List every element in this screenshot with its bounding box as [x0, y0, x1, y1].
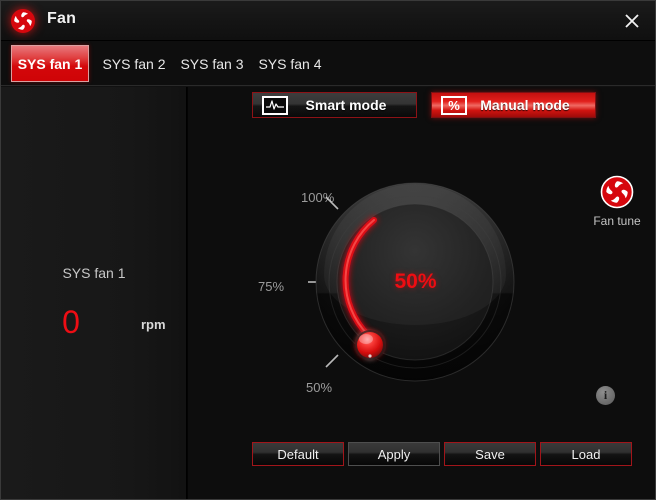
tab-bar: SYS fan 1 SYS fan 2 SYS fan 3 SYS fan 4: [1, 41, 655, 86]
tab-sys-fan-2[interactable]: SYS fan 2: [95, 45, 173, 82]
tab-sys-fan-3[interactable]: SYS fan 3: [173, 45, 251, 82]
window-title: Fan: [47, 10, 77, 27]
manual-mode-label: Manual mode: [480, 97, 570, 113]
fan-tune-label: Fan tune: [593, 214, 641, 228]
apply-button[interactable]: Apply: [348, 442, 440, 466]
percent-glyph: %: [448, 97, 460, 113]
save-button[interactable]: Save: [444, 442, 536, 466]
info-icon[interactable]: i: [596, 386, 615, 405]
close-button[interactable]: [607, 1, 655, 41]
rpm-value: 0: [62, 304, 80, 340]
msi-shutter-logo-icon: [586, 175, 648, 209]
fan-name-label: SYS fan 1: [62, 265, 126, 281]
manual-mode-button[interactable]: % Manual mode: [431, 92, 596, 118]
waveform-icon: [262, 95, 288, 115]
smart-mode-label: Smart mode: [305, 97, 387, 113]
fan-readout-sidebar: SYS fan 1 0 rpm: [1, 87, 187, 499]
tab-sys-fan-1[interactable]: SYS fan 1: [11, 45, 89, 82]
fan-control-window: Fan SYS fan 1 SYS fan 2 SYS fan 3 SYS fa…: [0, 0, 656, 500]
load-button[interactable]: Load: [540, 442, 632, 466]
msi-shutter-logo-icon: [9, 7, 37, 35]
smart-mode-button[interactable]: Smart mode: [252, 92, 417, 118]
rpm-unit-label: rpm: [141, 317, 166, 332]
title-bar: Fan: [1, 1, 655, 41]
fan-tune-button[interactable]: Fan tune: [586, 175, 648, 228]
rpm-readout: 0 rpm: [1, 302, 187, 342]
fan-speed-dial[interactable]: 50%: [308, 175, 523, 390]
default-button[interactable]: Default: [252, 442, 344, 466]
dial-scale-label-75: 75%: [258, 279, 285, 294]
close-icon: [624, 13, 640, 29]
fan-main-panel: Smart mode % Manual mode 100% 75% 50% 50…: [188, 87, 655, 499]
percent-icon: %: [441, 95, 467, 115]
tab-sys-fan-4[interactable]: SYS fan 4: [251, 45, 329, 82]
